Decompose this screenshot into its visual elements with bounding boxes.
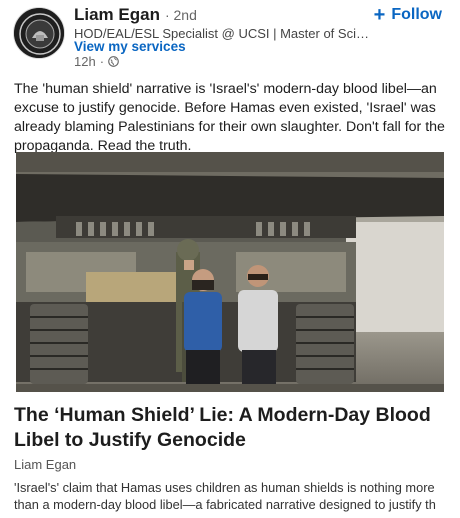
view-services-link[interactable]: View my services <box>74 39 186 54</box>
post-text: The 'human shield' narrative is 'Israel'… <box>14 81 445 154</box>
plus-icon: + <box>373 4 386 26</box>
author-avatar[interactable] <box>13 7 65 59</box>
globe-icon <box>108 56 119 67</box>
author-name[interactable]: Liam Egan <box>74 5 160 25</box>
connection-degree: · 2nd <box>164 7 197 23</box>
follow-button[interactable]: + Follow <box>373 4 442 26</box>
post-meta: 12h · <box>74 54 119 69</box>
article-excerpt-line-1: 'Israel's' claim that Hamas uses childre… <box>14 480 435 495</box>
article-title[interactable]: The ‘Human Shield’ Lie: A Modern-Day Blo… <box>14 403 450 453</box>
meta-separator: · <box>99 54 105 69</box>
post-time: 12h <box>74 54 96 69</box>
author-line: Liam Egan · 2nd <box>74 5 197 25</box>
article-author: Liam Egan <box>14 457 77 472</box>
post-header: Liam Egan · 2nd + Follow HOD/EAL/ESL Spe… <box>0 0 460 76</box>
follow-label: Follow <box>391 6 442 23</box>
article-excerpt-line-2: than a modern-day blood libel—a fabricat… <box>14 497 436 512</box>
article-image[interactable] <box>16 152 444 392</box>
article-excerpt: 'Israel's' claim that Hamas uses childre… <box>14 479 454 515</box>
